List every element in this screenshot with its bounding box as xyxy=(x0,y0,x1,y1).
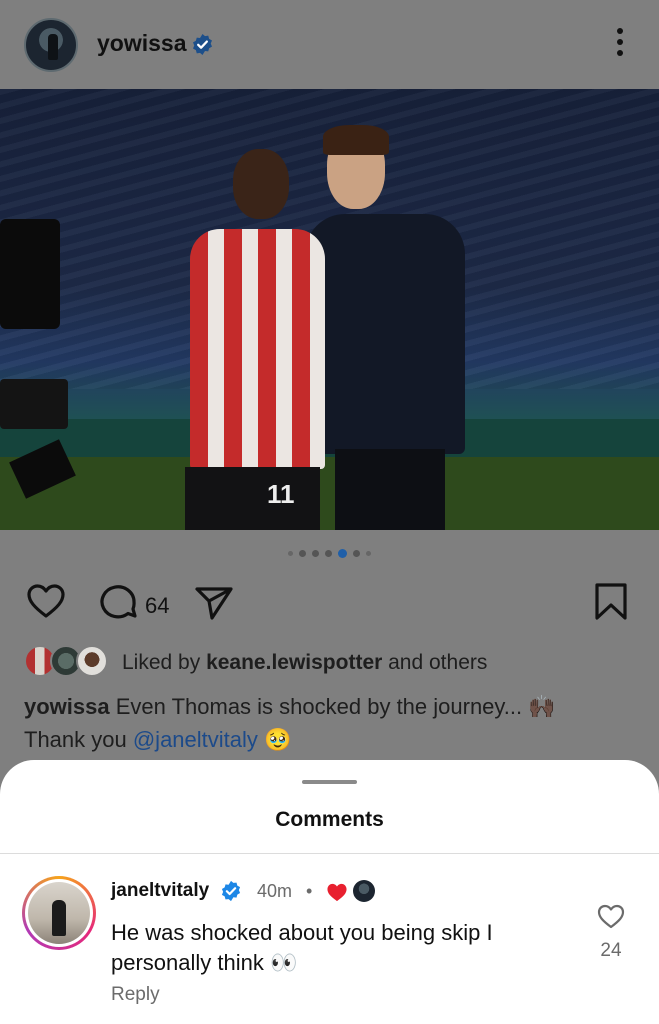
heart-filled-icon xyxy=(327,883,347,902)
verified-badge-icon xyxy=(193,33,212,56)
author-username[interactable]: yowissa xyxy=(97,30,187,57)
verified-badge-icon xyxy=(221,880,241,902)
commenter-username[interactable]: janeltvitaly xyxy=(111,880,209,902)
caption-username[interactable]: yowissa xyxy=(24,694,110,719)
tv-camera xyxy=(0,219,76,519)
jersey-number: 11 xyxy=(267,479,295,509)
post-header: yowissa xyxy=(0,0,659,88)
carousel-dot xyxy=(312,550,319,557)
carousel-dot xyxy=(325,550,332,557)
comment-text: He was shocked about you being skip I pe… xyxy=(111,920,493,975)
reply-button[interactable]: Reply xyxy=(111,984,160,1006)
meta-separator: • xyxy=(306,881,313,901)
carousel-dot xyxy=(299,550,306,557)
caption-emoji: 🙌🏿 xyxy=(528,694,556,719)
comment-timestamp: 40m xyxy=(257,881,293,901)
carousel-dot xyxy=(288,551,293,556)
post-actions: 64 xyxy=(0,580,659,630)
photo-person-player: 11 xyxy=(175,149,325,530)
heart-outline-icon[interactable] xyxy=(596,902,626,930)
commenter-avatar[interactable] xyxy=(22,876,96,950)
photo-person-coach xyxy=(305,125,465,530)
heart-outline-icon[interactable] xyxy=(24,580,68,624)
post-photo[interactable]: 11 xyxy=(0,89,659,530)
divider xyxy=(0,853,659,854)
creator-avatar xyxy=(353,880,375,902)
post-caption: yowissa Even Thomas is shocked by the jo… xyxy=(24,694,556,752)
author-avatar[interactable] xyxy=(24,18,78,72)
carousel-indicator xyxy=(0,549,659,561)
paper-plane-icon[interactable] xyxy=(192,580,236,624)
carousel-dot xyxy=(366,551,371,556)
comments-sheet: Comments janeltvitaly 40m • He was shock… xyxy=(0,760,659,1024)
caption-mention[interactable]: @janeltvitaly xyxy=(133,727,258,752)
liked-by-row[interactable]: Liked by keane.lewispotter and others xyxy=(24,645,644,681)
liker-avatar xyxy=(76,645,108,677)
carousel-dot xyxy=(353,550,360,557)
comments-title: Comments xyxy=(275,808,384,831)
comment-bubble-icon[interactable] xyxy=(96,580,140,624)
more-options-icon[interactable] xyxy=(612,28,628,62)
comment-count: 64 xyxy=(145,593,170,618)
bookmark-icon[interactable] xyxy=(589,580,633,624)
comment-like-count: 24 xyxy=(600,940,622,961)
liked-by-user[interactable]: keane.lewispotter xyxy=(206,651,382,674)
sheet-drag-handle[interactable] xyxy=(302,780,357,784)
carousel-dot-active xyxy=(338,549,347,558)
liked-by-text: Liked by keane.lewispotter and others xyxy=(122,651,488,674)
